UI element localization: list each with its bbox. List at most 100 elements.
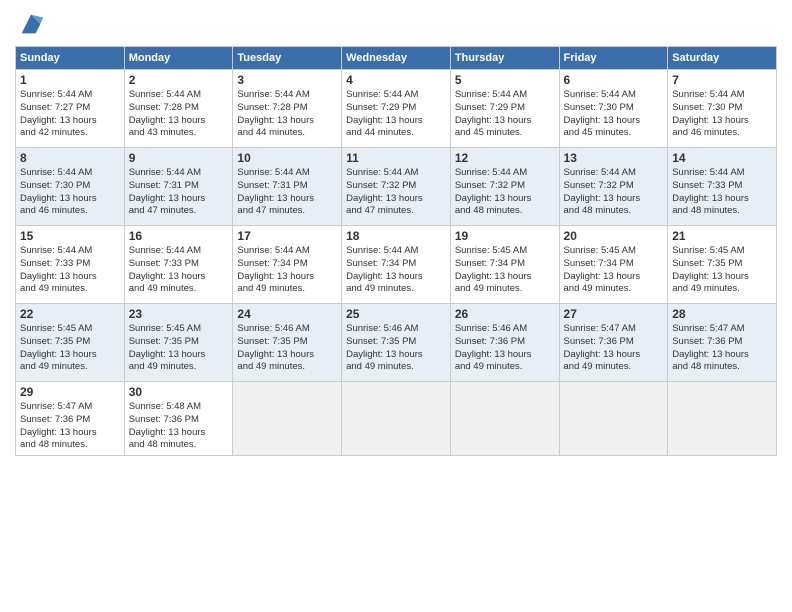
calendar-cell: 15 Sunrise: 5:44 AMSunset: 7:33 PMDaylig… [16,226,125,304]
calendar-cell: 30 Sunrise: 5:48 AMSunset: 7:36 PMDaylig… [124,382,233,456]
calendar-cell: 24 Sunrise: 5:46 AMSunset: 7:35 PMDaylig… [233,304,342,382]
day-number: 12 [455,151,555,165]
day-number: 13 [564,151,664,165]
calendar-cell [450,382,559,456]
calendar-cell: 29 Sunrise: 5:47 AMSunset: 7:36 PMDaylig… [16,382,125,456]
cell-content: Sunrise: 5:47 AMSunset: 7:36 PMDaylight:… [672,323,749,372]
day-number: 17 [237,229,337,243]
day-number: 25 [346,307,446,321]
cell-content: Sunrise: 5:47 AMSunset: 7:36 PMDaylight:… [20,401,97,450]
logo [15,10,45,38]
cell-content: Sunrise: 5:44 AMSunset: 7:32 PMDaylight:… [346,167,423,216]
calendar-cell [342,382,451,456]
calendar-cell: 18 Sunrise: 5:44 AMSunset: 7:34 PMDaylig… [342,226,451,304]
calendar-cell: 23 Sunrise: 5:45 AMSunset: 7:35 PMDaylig… [124,304,233,382]
day-number: 4 [346,73,446,87]
day-number: 10 [237,151,337,165]
cell-content: Sunrise: 5:44 AMSunset: 7:28 PMDaylight:… [129,89,206,138]
day-number: 26 [455,307,555,321]
day-number: 3 [237,73,337,87]
calendar-cell: 9 Sunrise: 5:44 AMSunset: 7:31 PMDayligh… [124,148,233,226]
cell-content: Sunrise: 5:44 AMSunset: 7:31 PMDaylight:… [237,167,314,216]
calendar-cell: 19 Sunrise: 5:45 AMSunset: 7:34 PMDaylig… [450,226,559,304]
header [15,10,777,38]
cell-content: Sunrise: 5:44 AMSunset: 7:30 PMDaylight:… [564,89,641,138]
calendar-cell: 5 Sunrise: 5:44 AMSunset: 7:29 PMDayligh… [450,70,559,148]
col-header-wednesday: Wednesday [342,47,451,70]
col-header-sunday: Sunday [16,47,125,70]
day-number: 5 [455,73,555,87]
cell-content: Sunrise: 5:45 AMSunset: 7:35 PMDaylight:… [672,245,749,294]
cell-content: Sunrise: 5:44 AMSunset: 7:29 PMDaylight:… [346,89,423,138]
day-number: 27 [564,307,664,321]
day-number: 23 [129,307,229,321]
calendar-cell: 28 Sunrise: 5:47 AMSunset: 7:36 PMDaylig… [668,304,777,382]
col-header-tuesday: Tuesday [233,47,342,70]
cell-content: Sunrise: 5:44 AMSunset: 7:28 PMDaylight:… [237,89,314,138]
day-number: 18 [346,229,446,243]
day-number: 14 [672,151,772,165]
day-number: 30 [129,385,229,399]
col-header-friday: Friday [559,47,668,70]
calendar-week-row: 8 Sunrise: 5:44 AMSunset: 7:30 PMDayligh… [16,148,777,226]
calendar-cell: 20 Sunrise: 5:45 AMSunset: 7:34 PMDaylig… [559,226,668,304]
day-number: 22 [20,307,120,321]
calendar-cell: 11 Sunrise: 5:44 AMSunset: 7:32 PMDaylig… [342,148,451,226]
calendar-cell: 27 Sunrise: 5:47 AMSunset: 7:36 PMDaylig… [559,304,668,382]
calendar-cell: 12 Sunrise: 5:44 AMSunset: 7:32 PMDaylig… [450,148,559,226]
day-number: 21 [672,229,772,243]
calendar-cell: 21 Sunrise: 5:45 AMSunset: 7:35 PMDaylig… [668,226,777,304]
calendar-cell: 2 Sunrise: 5:44 AMSunset: 7:28 PMDayligh… [124,70,233,148]
cell-content: Sunrise: 5:44 AMSunset: 7:30 PMDaylight:… [20,167,97,216]
day-number: 7 [672,73,772,87]
col-header-monday: Monday [124,47,233,70]
calendar-cell [559,382,668,456]
calendar-cell: 14 Sunrise: 5:44 AMSunset: 7:33 PMDaylig… [668,148,777,226]
day-number: 6 [564,73,664,87]
cell-content: Sunrise: 5:44 AMSunset: 7:32 PMDaylight:… [564,167,641,216]
day-number: 24 [237,307,337,321]
calendar-cell: 7 Sunrise: 5:44 AMSunset: 7:30 PMDayligh… [668,70,777,148]
cell-content: Sunrise: 5:44 AMSunset: 7:33 PMDaylight:… [672,167,749,216]
cell-content: Sunrise: 5:45 AMSunset: 7:34 PMDaylight:… [455,245,532,294]
calendar-cell: 25 Sunrise: 5:46 AMSunset: 7:35 PMDaylig… [342,304,451,382]
calendar-cell: 8 Sunrise: 5:44 AMSunset: 7:30 PMDayligh… [16,148,125,226]
calendar-cell: 1 Sunrise: 5:44 AMSunset: 7:27 PMDayligh… [16,70,125,148]
day-number: 8 [20,151,120,165]
calendar-cell: 22 Sunrise: 5:45 AMSunset: 7:35 PMDaylig… [16,304,125,382]
day-number: 9 [129,151,229,165]
page: SundayMondayTuesdayWednesdayThursdayFrid… [0,0,792,612]
calendar-cell: 3 Sunrise: 5:44 AMSunset: 7:28 PMDayligh… [233,70,342,148]
calendar-week-row: 29 Sunrise: 5:47 AMSunset: 7:36 PMDaylig… [16,382,777,456]
cell-content: Sunrise: 5:44 AMSunset: 7:33 PMDaylight:… [20,245,97,294]
calendar-table: SundayMondayTuesdayWednesdayThursdayFrid… [15,46,777,456]
day-number: 15 [20,229,120,243]
cell-content: Sunrise: 5:48 AMSunset: 7:36 PMDaylight:… [129,401,206,450]
calendar-header-row: SundayMondayTuesdayWednesdayThursdayFrid… [16,47,777,70]
col-header-thursday: Thursday [450,47,559,70]
cell-content: Sunrise: 5:44 AMSunset: 7:34 PMDaylight:… [237,245,314,294]
calendar-week-row: 15 Sunrise: 5:44 AMSunset: 7:33 PMDaylig… [16,226,777,304]
cell-content: Sunrise: 5:45 AMSunset: 7:34 PMDaylight:… [564,245,641,294]
cell-content: Sunrise: 5:44 AMSunset: 7:33 PMDaylight:… [129,245,206,294]
day-number: 29 [20,385,120,399]
day-number: 19 [455,229,555,243]
cell-content: Sunrise: 5:44 AMSunset: 7:31 PMDaylight:… [129,167,206,216]
day-number: 2 [129,73,229,87]
calendar-cell: 10 Sunrise: 5:44 AMSunset: 7:31 PMDaylig… [233,148,342,226]
cell-content: Sunrise: 5:45 AMSunset: 7:35 PMDaylight:… [20,323,97,372]
cell-content: Sunrise: 5:46 AMSunset: 7:35 PMDaylight:… [346,323,423,372]
cell-content: Sunrise: 5:44 AMSunset: 7:30 PMDaylight:… [672,89,749,138]
calendar-cell: 6 Sunrise: 5:44 AMSunset: 7:30 PMDayligh… [559,70,668,148]
logo-icon [17,10,45,38]
calendar-cell: 17 Sunrise: 5:44 AMSunset: 7:34 PMDaylig… [233,226,342,304]
col-header-saturday: Saturday [668,47,777,70]
day-number: 11 [346,151,446,165]
cell-content: Sunrise: 5:45 AMSunset: 7:35 PMDaylight:… [129,323,206,372]
cell-content: Sunrise: 5:44 AMSunset: 7:29 PMDaylight:… [455,89,532,138]
calendar-cell [668,382,777,456]
calendar-week-row: 22 Sunrise: 5:45 AMSunset: 7:35 PMDaylig… [16,304,777,382]
calendar-cell: 26 Sunrise: 5:46 AMSunset: 7:36 PMDaylig… [450,304,559,382]
calendar-week-row: 1 Sunrise: 5:44 AMSunset: 7:27 PMDayligh… [16,70,777,148]
cell-content: Sunrise: 5:44 AMSunset: 7:32 PMDaylight:… [455,167,532,216]
